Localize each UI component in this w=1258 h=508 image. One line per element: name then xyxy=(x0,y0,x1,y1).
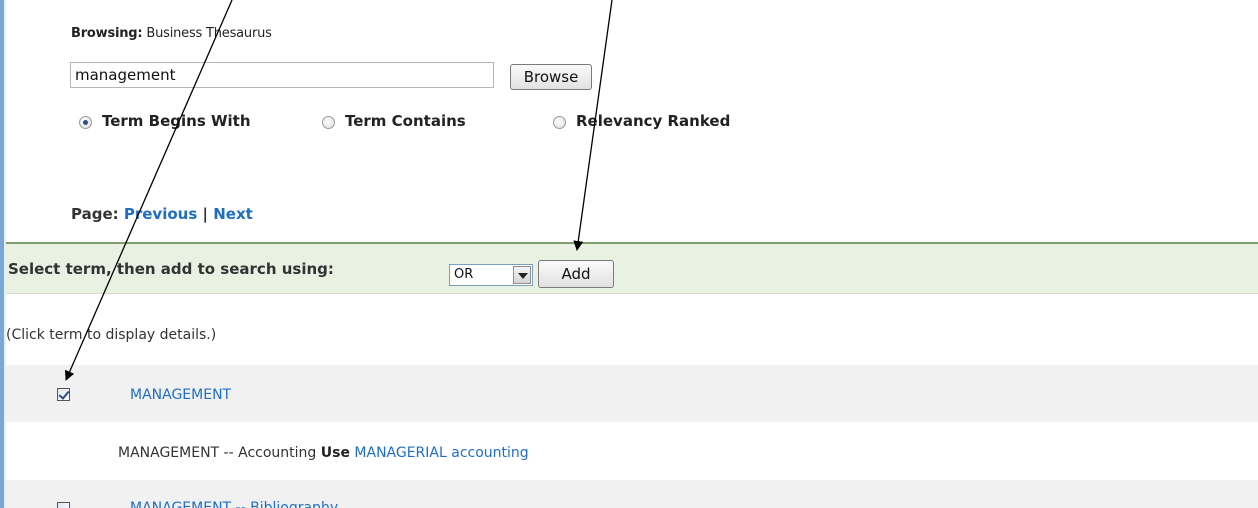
use-label: Use xyxy=(320,445,350,461)
search-input[interactable] xyxy=(70,62,494,88)
term-checkbox[interactable] xyxy=(57,502,70,508)
term-link[interactable]: MANAGEMENT xyxy=(130,387,231,403)
option-label: Term Begins With xyxy=(102,112,251,130)
browse-heading-label: Browsing: xyxy=(71,26,143,41)
radio-relevancy-ranked[interactable] xyxy=(553,116,566,129)
use-term-link[interactable]: MANAGERIAL accounting xyxy=(354,445,528,461)
arrow-to-checkbox xyxy=(65,0,233,381)
next-link[interactable]: Next xyxy=(213,205,253,223)
thesaurus-name: Business Thesaurus xyxy=(146,26,272,41)
term-link[interactable]: MANAGEMENT -- Bibliography xyxy=(130,500,338,508)
reference-term: MANAGEMENT -- Accounting xyxy=(118,445,317,461)
browse-heading: Browsing: Business Thesaurus xyxy=(71,26,272,41)
option-label: Relevancy Ranked xyxy=(576,112,731,130)
result-row: MANAGEMENT xyxy=(6,365,1258,422)
browse-panel: Browsing: Business Thesaurus Browse Term… xyxy=(70,26,730,130)
see-reference: MANAGEMENT -- Accounting Use MANAGERIAL … xyxy=(118,445,529,461)
pager-label: Page: xyxy=(71,205,119,223)
result-row: MANAGEMENT -- Bibliography xyxy=(6,480,1258,508)
option-label: Term Contains xyxy=(345,112,466,130)
previous-link[interactable]: Previous xyxy=(124,205,197,223)
add-button[interactable]: Add xyxy=(538,260,614,288)
browse-button[interactable]: Browse xyxy=(510,64,592,90)
add-to-search-label: Select term, then add to search using: xyxy=(8,260,334,278)
radio-term-contains[interactable] xyxy=(322,116,335,129)
result-row: MANAGEMENT -- Accounting Use MANAGERIAL … xyxy=(6,425,1258,480)
hint-text: (Click term to display details.) xyxy=(6,327,217,343)
add-to-search-bar: Select term, then add to search using: O… xyxy=(6,242,1258,294)
chevron-down-icon[interactable] xyxy=(513,266,531,284)
radio-term-begins-with[interactable] xyxy=(79,116,92,129)
term-checkbox[interactable] xyxy=(57,388,70,401)
operator-value: OR xyxy=(454,267,474,282)
boolean-operator-select[interactable]: OR xyxy=(449,264,533,286)
pager: Page: Previous | Next xyxy=(71,205,253,223)
search-mode-options: Term Begins With Term Contains Relevancy… xyxy=(79,112,799,136)
pager-separator: | xyxy=(202,205,208,223)
